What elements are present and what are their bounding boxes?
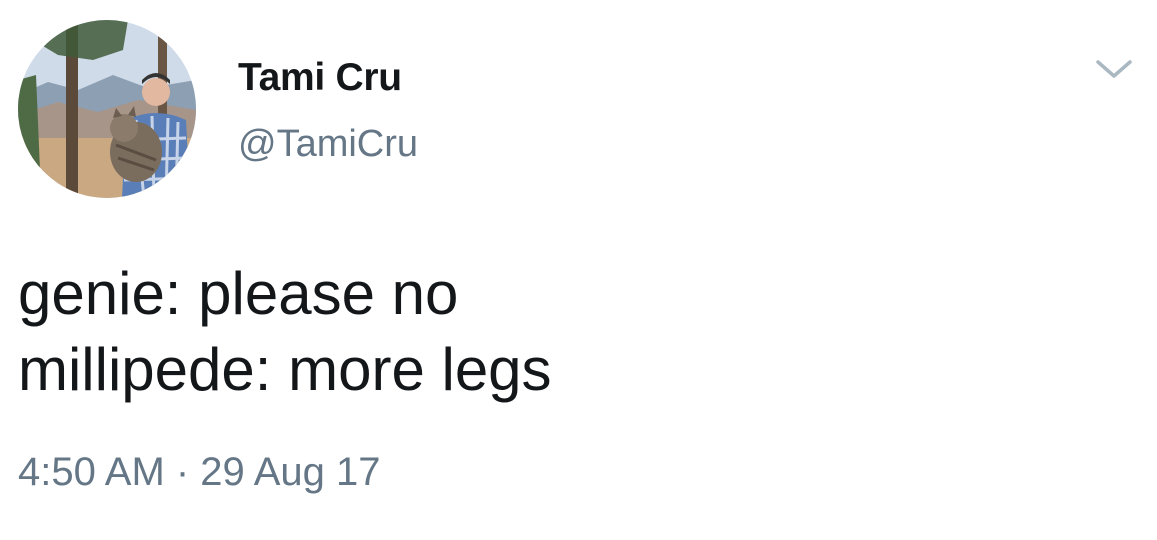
timestamp[interactable]: 4:50 AM · 29 Aug 17 [18, 450, 380, 495]
tweet-card: Tami Cru @TamiCru genie: please no milli… [0, 0, 1157, 540]
user-handle[interactable]: @TamiCru [238, 123, 418, 166]
tweet-text-line: millipede: more legs [18, 336, 552, 403]
chevron-down-icon[interactable] [1094, 54, 1134, 84]
display-name[interactable]: Tami Cru [238, 56, 402, 100]
profile-photo-icon [18, 20, 196, 198]
tweet-text-line: genie: please no [18, 260, 459, 327]
avatar[interactable] [18, 20, 196, 198]
tweet-text: genie: please no millipede: more legs [18, 256, 552, 408]
